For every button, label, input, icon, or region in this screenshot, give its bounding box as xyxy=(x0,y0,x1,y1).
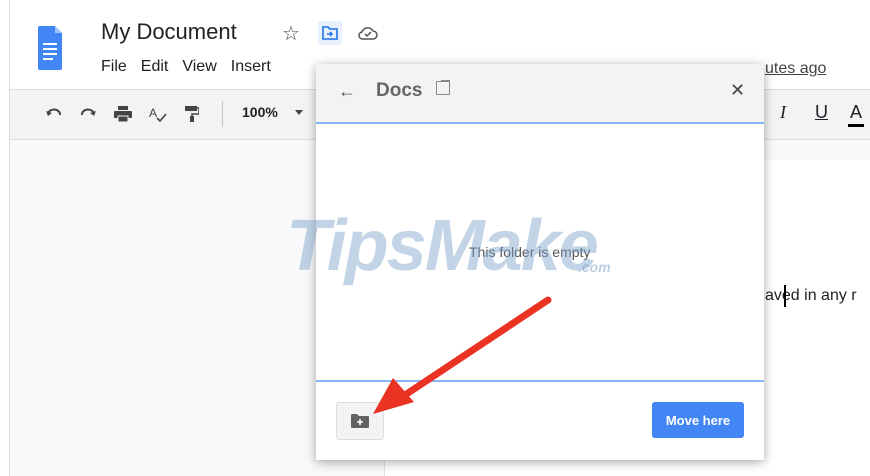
dialog-folder-title: Docs xyxy=(376,80,423,101)
dialog-divider xyxy=(316,380,764,382)
svg-text:A: A xyxy=(149,106,157,120)
menu-file[interactable]: File xyxy=(101,58,127,76)
menu-insert[interactable]: Insert xyxy=(231,58,271,76)
menu-edit[interactable]: Edit xyxy=(141,58,169,76)
watermark-logo: TipsMake xyxy=(286,206,599,286)
new-folder-button[interactable] xyxy=(336,402,384,440)
underline-button[interactable]: U xyxy=(815,102,828,123)
undo-icon[interactable] xyxy=(44,104,64,124)
google-docs-icon[interactable] xyxy=(38,26,62,70)
watermark-suffix: .com xyxy=(578,259,611,275)
redo-icon[interactable] xyxy=(78,104,98,124)
spellcheck-icon[interactable]: A xyxy=(148,104,168,124)
menu-view[interactable]: View xyxy=(182,58,216,76)
arrow-back-icon[interactable]: ← xyxy=(338,81,356,102)
text-cursor xyxy=(784,285,786,307)
document-title[interactable]: My Document xyxy=(101,19,237,45)
document-body-text[interactable]: aved in any r xyxy=(765,287,857,305)
menu-bar: File Edit View Insert xyxy=(101,58,271,76)
paint-format-icon[interactable] xyxy=(182,104,202,124)
zoom-select[interactable]: 100% xyxy=(242,104,278,120)
italic-button[interactable]: I xyxy=(780,102,786,123)
chevron-down-icon[interactable] xyxy=(295,110,303,115)
dialog-header: ← Docs ✕ xyxy=(316,64,764,124)
text-color-button[interactable]: A xyxy=(850,102,862,123)
last-edit-link[interactable]: utes ago xyxy=(765,60,826,78)
text-color-indicator xyxy=(848,124,864,127)
move-here-button[interactable]: Move here xyxy=(652,402,744,438)
open-in-new-icon[interactable] xyxy=(436,80,450,95)
star-icon[interactable]: ☆ xyxy=(279,21,303,45)
toolbar-separator xyxy=(222,101,223,127)
close-icon[interactable]: ✕ xyxy=(730,80,745,101)
cloud-saved-icon[interactable] xyxy=(356,21,380,45)
new-folder-icon xyxy=(351,414,369,428)
print-icon[interactable] xyxy=(113,104,133,124)
move-to-folder-icon[interactable] xyxy=(318,21,342,45)
